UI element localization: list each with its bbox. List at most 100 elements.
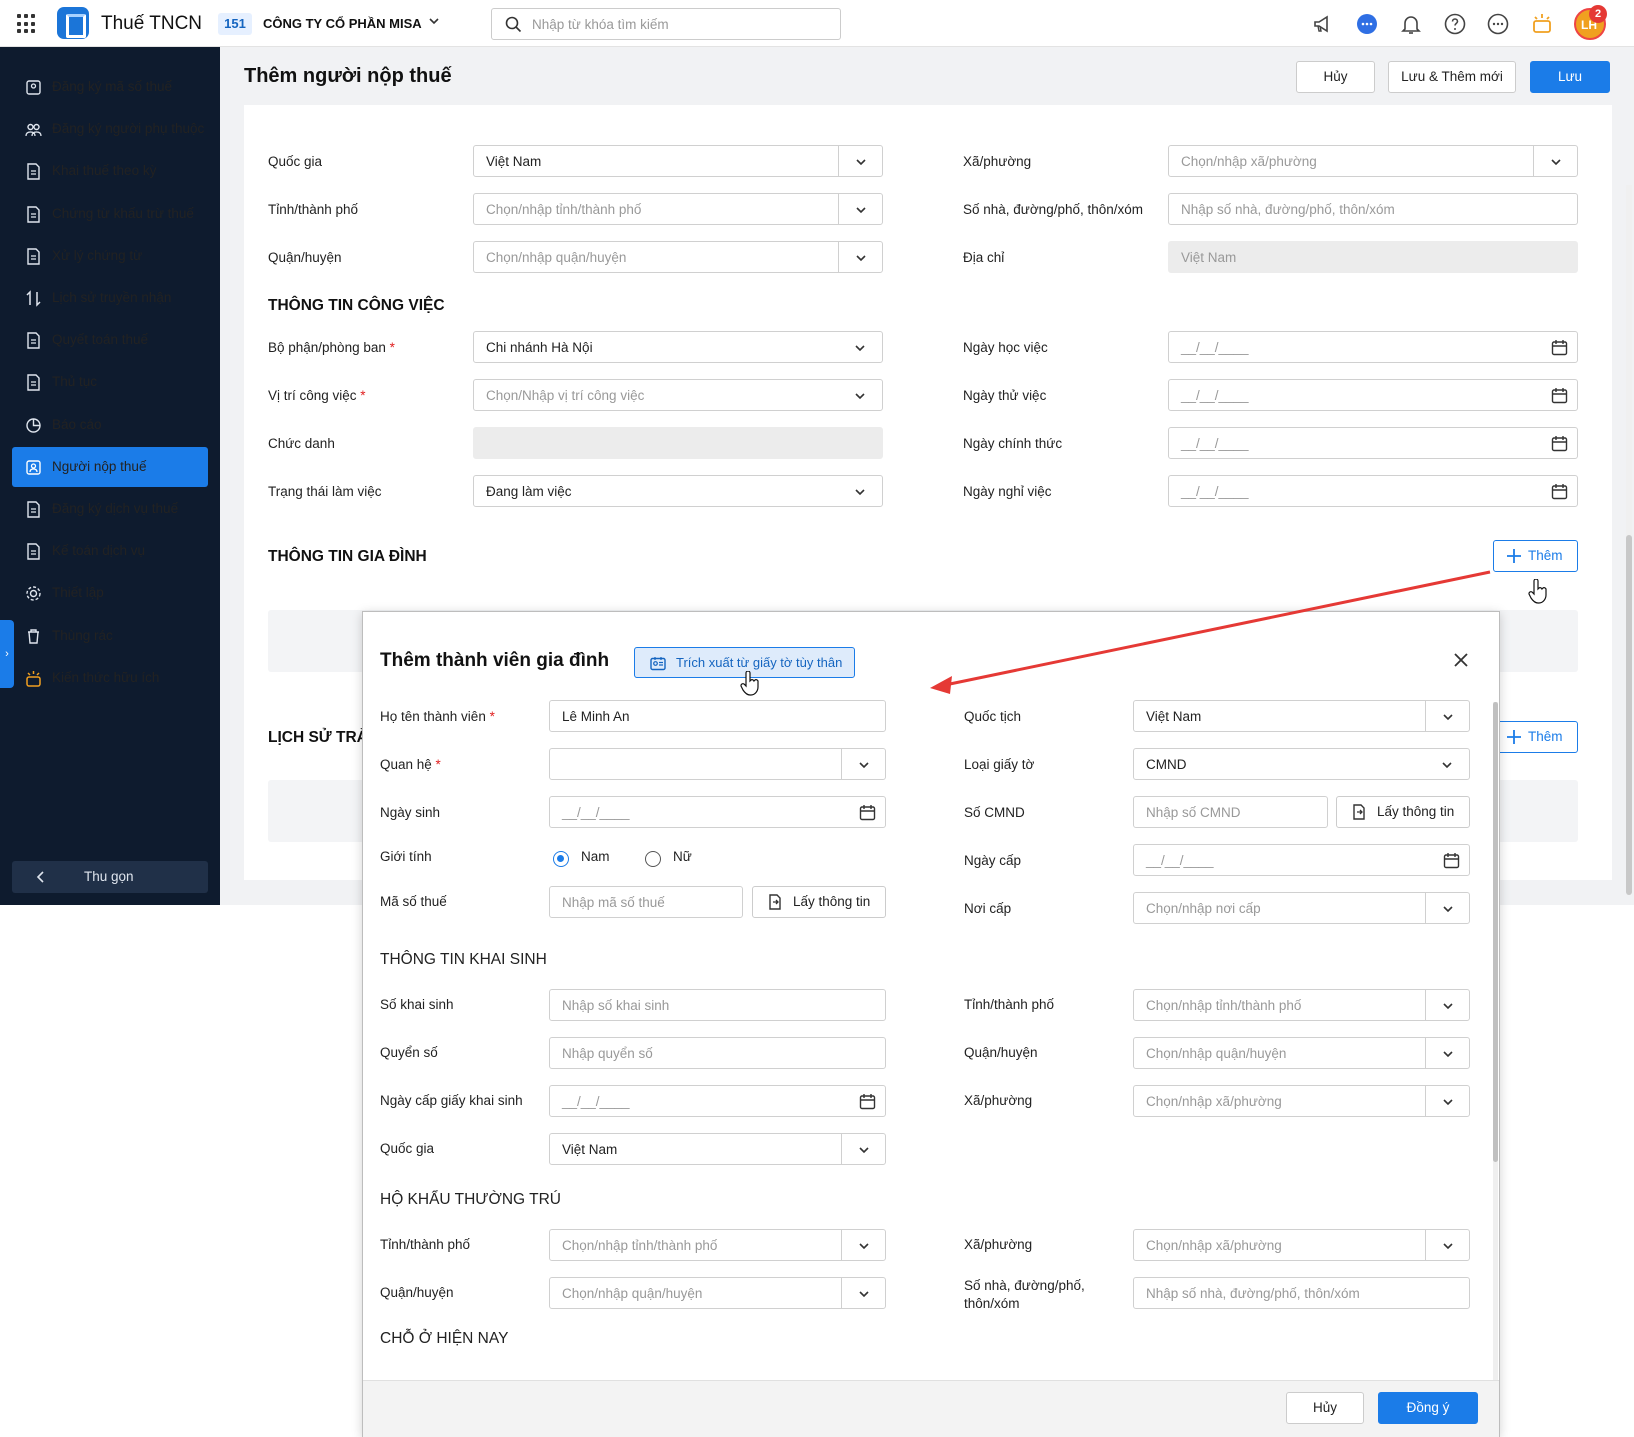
relation-select[interactable] [549, 748, 886, 780]
collapse-button[interactable]: Thu gọn [12, 861, 208, 893]
issue-place-placeholder: Chọn/nhập nơi cấp [1146, 901, 1261, 916]
district-select[interactable]: Chọn/nhập quận/huyện [473, 241, 883, 273]
add-family-button[interactable]: Thêm [1493, 540, 1578, 572]
official-date-input[interactable]: __/__/____ [1168, 427, 1578, 459]
sidebar-item[interactable]: Quyết toán thuế [12, 320, 208, 360]
probation-date-input[interactable]: __/__/____ [1168, 379, 1578, 411]
gender-female-radio[interactable] [645, 851, 661, 867]
get-id-info-button[interactable]: Lấy thông tin [1336, 796, 1470, 828]
country-select[interactable]: Việt Nam [473, 145, 883, 177]
res-ward-select[interactable]: Chọn/nhập xã/phường [1133, 1229, 1470, 1261]
nationality-select[interactable]: Việt Nam [1133, 700, 1470, 732]
dept-select[interactable]: Chi nhánh Hà Nội [473, 331, 883, 363]
sidebar-item[interactable]: Chứng từ khấu trừ thuế [12, 194, 208, 234]
tax-code-input[interactable]: Nhập mã số thuế [549, 886, 743, 918]
street-placeholder: Nhập số nhà, đường/phố, thôn/xóm [1181, 202, 1395, 217]
apprentice-date-input[interactable]: __/__/____ [1168, 331, 1578, 363]
calendar-icon[interactable] [1443, 852, 1460, 869]
calendar-icon[interactable] [1551, 483, 1568, 500]
position-select[interactable]: Chọn/Nhập vị trí công việc [473, 379, 883, 411]
sidebar-item[interactable]: Kiến thức hữu ích [12, 658, 208, 698]
sidebar-item[interactable]: Thiết lập [12, 573, 208, 613]
calendar-icon[interactable] [1551, 387, 1568, 404]
sidebar-item[interactable]: Đăng ký mã số thuế [12, 67, 208, 107]
scrollbar[interactable] [1626, 185, 1632, 895]
birth-district-select[interactable]: Chọn/nhập quận/huyện [1133, 1037, 1470, 1069]
birth-ward-select[interactable]: Chọn/nhập xã/phường [1133, 1085, 1470, 1117]
bulb-icon[interactable] [1530, 12, 1554, 36]
id-scan-icon [26, 80, 41, 95]
dialog-ok-button[interactable]: Đồng ý [1378, 1392, 1478, 1424]
calendar-icon[interactable] [1551, 339, 1568, 356]
issue-place-select[interactable]: Chọn/nhập nơi cấp [1133, 892, 1470, 924]
street-placeholder: Nhập số nhà, đường/phố, thôn/xóm [1146, 1286, 1360, 1301]
megaphone-icon[interactable] [1311, 12, 1335, 36]
close-icon[interactable] [1453, 652, 1469, 668]
ward-select[interactable]: Chọn/nhập xã/phường [1168, 145, 1578, 177]
issue-date-input[interactable]: __/__/____ [1133, 844, 1470, 876]
dob-input[interactable]: __/__/____ [549, 796, 886, 828]
sidebar-item[interactable]: Thùng rác [12, 616, 208, 656]
chevron-down-icon[interactable] [427, 14, 441, 28]
cancel-button[interactable]: Hủy [1296, 61, 1375, 93]
save-and-add-button[interactable]: Lưu & Thêm mới [1388, 61, 1516, 93]
sidebar-item[interactable]: Khai thuế theo kỳ [12, 151, 208, 191]
res-province-select[interactable]: Chọn/nhập tỉnh/thành phố [549, 1229, 886, 1261]
address-value: Việt Nam [1181, 250, 1237, 265]
search-input[interactable]: Nhập từ khóa tìm kiếm [491, 8, 841, 40]
sidebar-item-label: Kế toán dịch vụ [52, 543, 146, 559]
ward-placeholder: Chọn/nhập xã/phường [1146, 1238, 1282, 1253]
sidebar-item[interactable]: Kế toán dịch vụ [12, 531, 208, 571]
sidebar-item[interactable]: Đăng ký người phụ thuộc [12, 109, 208, 149]
birth-province-select[interactable]: Chọn/nhập tỉnh/thành phố [1133, 989, 1470, 1021]
company-name[interactable]: CÔNG TY CỔ PHẦN MISA [263, 16, 422, 31]
get-tax-info-button[interactable]: Lấy thông tin [752, 886, 886, 918]
help-icon[interactable] [1443, 12, 1467, 36]
id-number-input[interactable]: Nhập số CMND [1133, 796, 1328, 828]
res-district-select[interactable]: Chọn/nhập quận/huyện [549, 1277, 886, 1309]
sidebar-item[interactable]: Người nộp thuế [12, 446, 208, 487]
more-icon[interactable] [1486, 12, 1510, 36]
province-select[interactable]: Chọn/nhập tỉnh/thành phố [473, 193, 883, 225]
dialog-scrollbar[interactable] [1493, 702, 1498, 1382]
dialog-title: Thêm thành viên gia đình [380, 650, 610, 671]
sidebar-item[interactable]: Đăng ký dịch vụ thuế [12, 489, 208, 529]
member-name-input[interactable]: Lê Minh An [549, 700, 886, 732]
calendar-icon[interactable] [1551, 435, 1568, 452]
save-button[interactable]: Lưu [1530, 61, 1610, 93]
sidebar-item[interactable]: Xử lý chứng từ [12, 236, 208, 276]
sidebar-item[interactable]: Lịch sử truyền nhận [12, 278, 208, 318]
gender-male-radio[interactable] [553, 851, 569, 867]
scrollbar-thumb[interactable] [1626, 535, 1632, 895]
street-input[interactable]: Nhập số nhà, đường/phố, thôn/xóm [1168, 193, 1578, 225]
work-status-select[interactable]: Đang làm việc [473, 475, 883, 507]
birth-province-label: Tỉnh/thành phố [964, 997, 1055, 1012]
district-label: Quận/huyện [268, 250, 342, 265]
date-placeholder: __/__/____ [1181, 436, 1249, 451]
dob-label: Ngày sinh [380, 805, 441, 820]
add-history-button[interactable]: Thêm [1493, 721, 1578, 753]
member-name-label: Họ tên thành viên * [380, 709, 495, 724]
dialog-cancel-button[interactable]: Hủy [1286, 1392, 1364, 1424]
calendar-icon[interactable] [859, 1093, 876, 1110]
dialog-scrollbar-thumb[interactable] [1493, 702, 1498, 1162]
sidebar-expand-tab[interactable]: › [0, 620, 14, 688]
sidebar-item[interactable]: Thủ tục [12, 362, 208, 402]
birth-cert-date-input[interactable]: __/__/____ [549, 1085, 886, 1117]
chevron-down-icon [859, 1147, 869, 1154]
birth-country-value: Việt Nam [562, 1142, 618, 1157]
bell-icon[interactable] [1399, 12, 1423, 36]
chevron-down-icon [1443, 714, 1453, 721]
app-grid-icon[interactable] [17, 14, 37, 34]
birth-country-select[interactable]: Việt Nam [549, 1133, 886, 1165]
doc-type-select[interactable]: CMND [1133, 748, 1470, 780]
birth-section-title: THÔNG TIN KHAI SINH [380, 951, 547, 968]
leave-date-input[interactable]: __/__/____ [1168, 475, 1578, 507]
birth-no-input[interactable]: Nhập số khai sinh [549, 989, 886, 1021]
res-street-input[interactable]: Nhập số nhà, đường/phố, thôn/xóm [1133, 1277, 1470, 1309]
chat-icon[interactable] [1355, 12, 1379, 36]
chevron-down-icon [1443, 1099, 1453, 1106]
sidebar-item[interactable]: Báo cáo [12, 405, 208, 445]
book-input[interactable]: Nhập quyển số [549, 1037, 886, 1069]
calendar-icon[interactable] [859, 804, 876, 821]
